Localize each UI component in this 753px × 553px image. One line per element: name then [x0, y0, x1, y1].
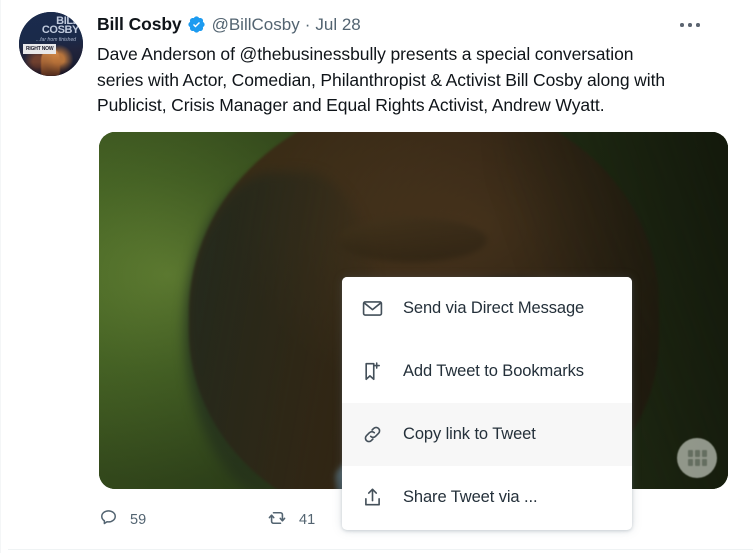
menu-item-label: Send via Direct Message: [403, 299, 585, 317]
retweet-action[interactable]: 41: [267, 508, 315, 532]
link-icon: [360, 422, 385, 447]
envelope-icon: [360, 296, 385, 321]
retweet-icon: [267, 508, 287, 532]
ellipsis-icon: [688, 23, 692, 27]
verified-badge-icon: [187, 15, 206, 34]
badge-cell: [701, 450, 707, 457]
menu-item-send-direct-message[interactable]: Send via Direct Message: [342, 277, 632, 340]
more-options-button[interactable]: [672, 12, 708, 38]
tweet-body-text: Dave Anderson of @thebusinessbully prese…: [97, 44, 666, 115]
ellipsis-icon: [680, 23, 685, 27]
menu-item-add-tweet-to-bookmarks[interactable]: Add Tweet to Bookmarks: [342, 340, 632, 403]
badge-cell: [694, 459, 700, 466]
avatar-subtitle-text: ...far from finished: [35, 37, 76, 43]
cell-bottom-border: [8, 549, 753, 550]
menu-item-label: Add Tweet to Bookmarks: [403, 362, 584, 380]
ellipsis-icon: [695, 23, 700, 27]
author-handle[interactable]: @BillCosby: [212, 15, 300, 35]
tweet-header: Bill Cosby @BillCosby · Jul 28: [97, 14, 361, 35]
bookmark-plus-icon: [360, 359, 385, 384]
badge-cell: [701, 459, 707, 466]
retweet-count: 41: [299, 512, 316, 528]
reply-count: 59: [130, 511, 147, 528]
cell-left-edge: [0, 0, 1, 553]
badge-cell: [687, 459, 693, 466]
tweet-timestamp[interactable]: Jul 28: [315, 15, 360, 35]
media-settings-glyph: [687, 450, 707, 466]
menu-item-label: Copy link to Tweet: [403, 425, 536, 443]
badge-cell: [694, 450, 700, 457]
share-context-menu[interactable]: Send via Direct Message Add Tweet to Boo…: [342, 277, 632, 530]
reply-action[interactable]: 59: [99, 508, 146, 531]
menu-item-copy-link-to-tweet[interactable]: Copy link to Tweet: [342, 403, 632, 466]
share-upload-icon: [360, 485, 385, 510]
avatar-title-text: BILL COSBY: [41, 15, 80, 36]
menu-item-share-tweet-via[interactable]: Share Tweet via ...: [342, 466, 632, 529]
tweet-card[interactable]: BILL COSBY ...far from finished RIGHT NO…: [0, 0, 753, 553]
menu-item-label: Share Tweet via ...: [403, 488, 538, 506]
avatar[interactable]: BILL COSBY ...far from finished RIGHT NO…: [19, 12, 83, 76]
media-settings-icon[interactable]: [677, 438, 717, 478]
badge-cell: [687, 450, 693, 457]
author-display-name[interactable]: Bill Cosby: [97, 14, 182, 35]
header-separator: ·: [304, 14, 311, 34]
reply-icon: [99, 508, 118, 531]
avatar-badge-text: RIGHT NOW: [23, 44, 57, 54]
